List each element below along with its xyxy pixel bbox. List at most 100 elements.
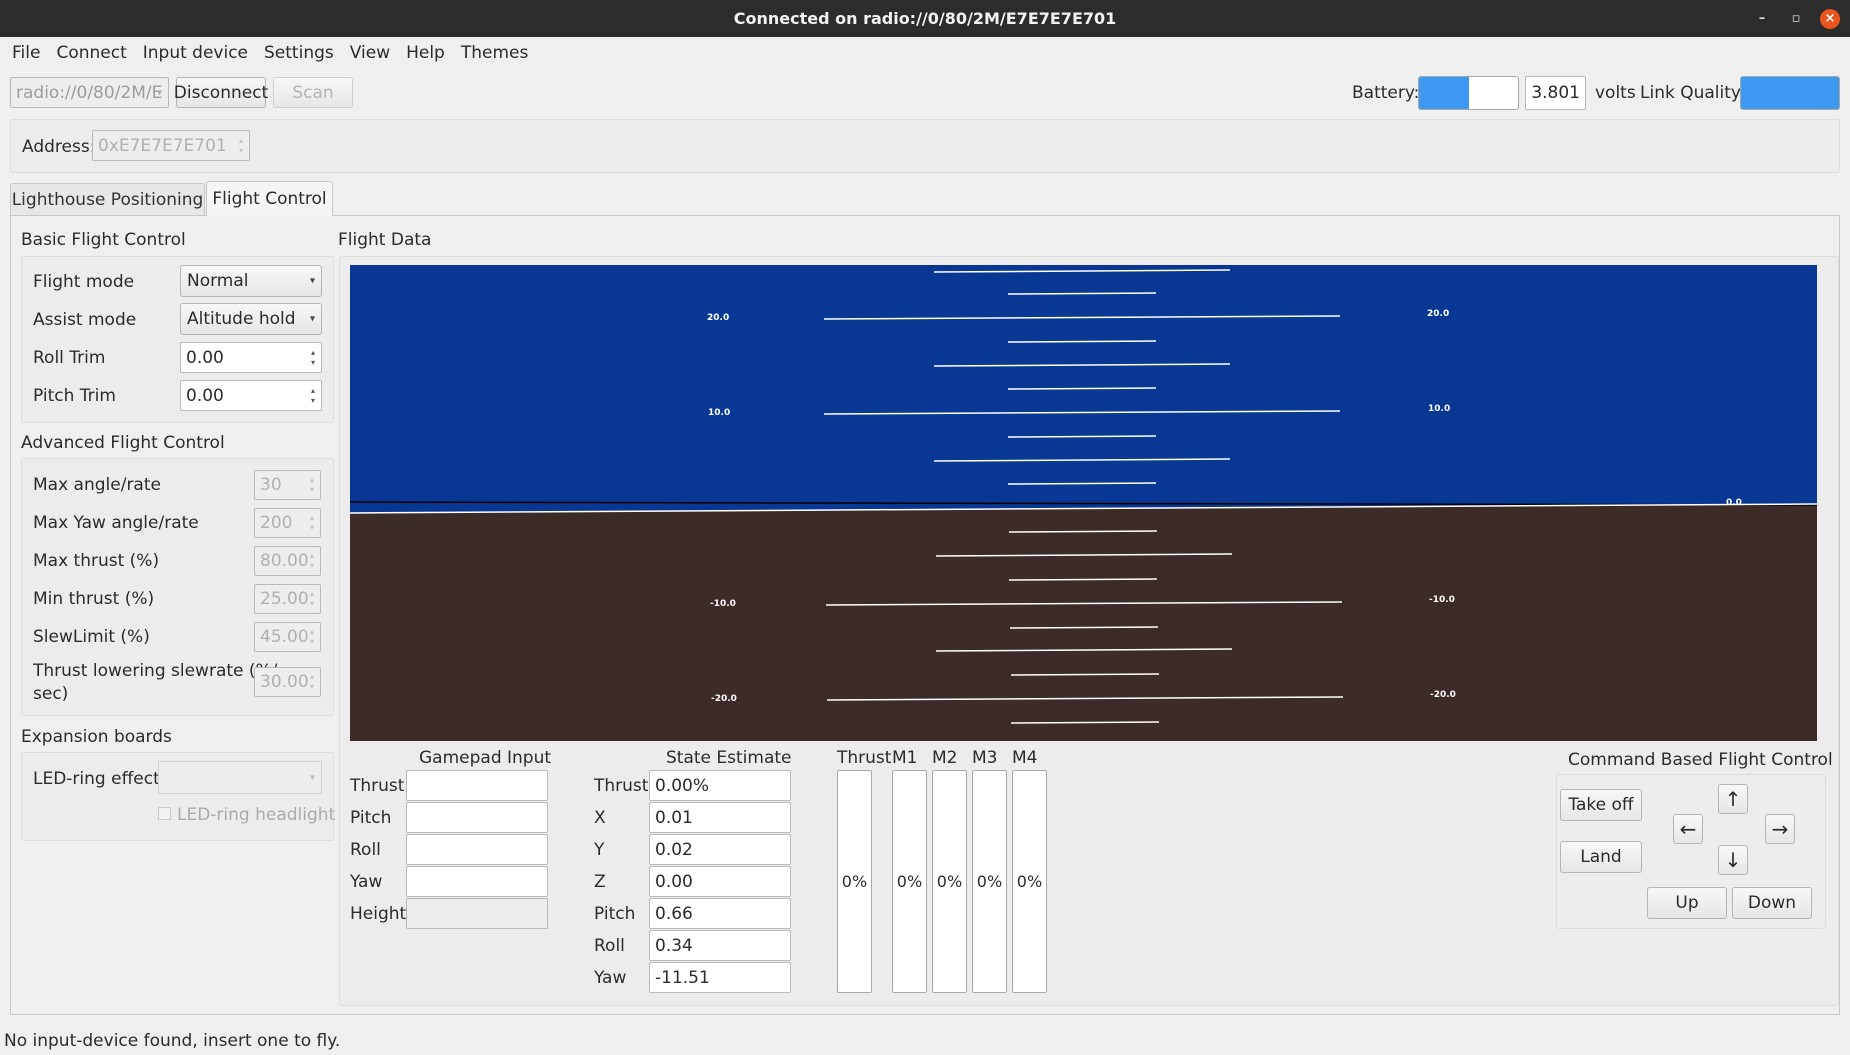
led-ring-effect-select[interactable]: ▾: [158, 761, 322, 794]
link-quality-fill: [1741, 77, 1839, 109]
address-label: Address:: [22, 137, 96, 157]
max-yaw-input[interactable]: 200 ▴ ▾: [254, 508, 321, 538]
battery-bar: [1418, 76, 1519, 110]
menu-file[interactable]: File: [4, 43, 48, 63]
max-thrust-label: Max thrust (%): [33, 551, 160, 571]
pitch-line: [1007, 387, 1157, 390]
thrust-lowering-label-line-2: sec): [33, 684, 69, 704]
thrust-lowering-label-line-1: Thrust lowering slewrate (%/: [33, 661, 278, 681]
menu-view[interactable]: View: [342, 43, 398, 63]
arrow-up-icon: ↑: [1724, 787, 1742, 811]
flight-mode-label: Flight mode: [33, 272, 135, 292]
pitch-trim-value: 0.00: [186, 385, 224, 406]
slew-limit-spinner[interactable]: ▴ ▾: [306, 624, 318, 650]
pitch-line: [1009, 626, 1159, 629]
address-spinner[interactable]: ▴ ▾: [235, 132, 247, 159]
min-thrust-input[interactable]: 25.00 ▴ ▾: [254, 584, 321, 614]
led-ring-effect-label: LED-ring effect: [33, 769, 160, 789]
menu-settings[interactable]: Settings: [256, 43, 342, 63]
slew-limit-label: SlewLimit (%): [33, 627, 150, 647]
gamepad-pitch-label: Pitch: [350, 808, 392, 828]
state-yaw-field: -11.51: [649, 962, 791, 993]
state-y-label: Y: [594, 840, 605, 860]
state-yaw-label: Yaw: [594, 968, 627, 988]
gamepad-height-label: Height: [350, 904, 407, 924]
max-angle-input[interactable]: 30 ▴ ▾: [254, 470, 321, 500]
max-thrust-input[interactable]: 80.00 ▴ ▾: [254, 546, 321, 576]
led-ring-headlight-checkbox[interactable]: [158, 807, 171, 820]
link-quality-bar: [1740, 76, 1840, 110]
min-thrust-label: Min thrust (%): [33, 589, 155, 609]
slew-limit-input[interactable]: 45.00 ▴ ▾: [254, 622, 321, 652]
scan-button[interactable]: Scan: [273, 77, 353, 108]
arrow-right-icon: →: [1771, 817, 1789, 841]
link-quality-label: Link Quality:: [1640, 83, 1746, 103]
maximize-icon[interactable]: ▫: [1786, 9, 1806, 29]
thrust-lowering-spinner[interactable]: ▴ ▾: [306, 669, 318, 695]
close-icon[interactable]: ×: [1820, 9, 1840, 29]
basic-flight-control-title: Basic Flight Control: [21, 230, 186, 250]
thrust-lowering-label: Thrust lowering slewrate (%/ sec): [33, 660, 277, 706]
pitch-label-left: -20.0: [711, 694, 737, 704]
menu-help[interactable]: Help: [398, 43, 453, 63]
flight-mode-value: Normal: [187, 271, 249, 291]
thrust-lowering-input[interactable]: 30.00 ▴ ▾: [254, 667, 321, 697]
artificial-horizon: 20.0 10.0 -10.0 -20.0 20.0 10.0 -10.0 -2…: [350, 265, 1817, 741]
address-field[interactable]: 0xE7E7E7E701 ▴ ▾: [92, 130, 250, 161]
state-pitch-field: 0.66: [649, 898, 791, 929]
pitch-trim-input[interactable]: 0.00 ▴ ▾: [180, 380, 322, 411]
arrow-left-button[interactable]: ←: [1673, 814, 1703, 844]
title-bar: Connected on radio://0/80/2M/E7E7E7E701 …: [0, 0, 1850, 37]
address-group: [10, 119, 1840, 173]
arrow-right-button[interactable]: →: [1765, 814, 1795, 844]
disconnect-button[interactable]: Disconnect: [174, 77, 268, 108]
tab-flight-control[interactable]: Flight Control: [206, 181, 333, 216]
max-thrust-spinner[interactable]: ▴ ▾: [306, 548, 318, 574]
status-text: No input-device found, insert one to fly…: [4, 1031, 341, 1051]
flight-mode-select[interactable]: Normal ▾: [180, 265, 322, 297]
roll-label: 0.0: [1726, 498, 1742, 508]
gamepad-roll-label: Roll: [350, 840, 381, 860]
max-yaw-spinner[interactable]: ▴ ▾: [306, 510, 318, 536]
gamepad-roll-field: [406, 834, 548, 865]
state-z-field: 0.00: [649, 866, 791, 897]
pitch-label-right: 10.0: [1428, 404, 1450, 414]
roll-trim-spinner[interactable]: ▴ ▾: [307, 344, 319, 371]
command-flight-control-title: Command Based Flight Control: [1568, 750, 1833, 770]
take-off-button[interactable]: Take off: [1560, 789, 1642, 821]
gamepad-input-title: Gamepad Input: [419, 748, 552, 768]
roll-trim-input[interactable]: 0.00 ▴ ▾: [180, 342, 322, 373]
gamepad-height-field: [406, 898, 548, 929]
state-y-value: 0.02: [655, 839, 693, 860]
assist-mode-select[interactable]: Altitude hold ▾: [180, 303, 322, 335]
pitch-line: [1007, 292, 1157, 295]
minimize-icon[interactable]: –: [1752, 9, 1772, 29]
horizon-ground: [350, 504, 1817, 741]
min-thrust-spinner[interactable]: ▴ ▾: [306, 586, 318, 612]
down-button[interactable]: Down: [1732, 887, 1812, 919]
pitch-trim-spinner[interactable]: ▴ ▾: [307, 382, 319, 409]
max-angle-label: Max angle/rate: [33, 475, 161, 495]
land-button[interactable]: Land: [1560, 841, 1642, 873]
state-x-value: 0.01: [655, 807, 693, 828]
m2-bar-label: M2: [932, 748, 958, 768]
arrow-down-button[interactable]: ↓: [1718, 845, 1748, 875]
uri-select[interactable]: radio://0/80/2M/E ▾: [10, 77, 169, 108]
arrow-up-button[interactable]: ↑: [1718, 784, 1748, 814]
m3-bar-value: 0%: [976, 872, 1003, 891]
max-angle-spinner[interactable]: ▴ ▾: [306, 472, 318, 498]
thrust-bar: 0%: [837, 770, 872, 993]
up-button[interactable]: Up: [1647, 887, 1727, 919]
m1-bar-value: 0%: [896, 872, 923, 891]
menu-themes[interactable]: Themes: [453, 43, 537, 63]
uri-value: radio://0/80/2M/E: [16, 82, 163, 103]
menu-connect[interactable]: Connect: [48, 43, 134, 63]
max-thrust-value: 80.00: [260, 551, 309, 571]
state-thrust-field: 0.00%: [649, 770, 791, 801]
thrust-bar-value: 0%: [841, 872, 868, 891]
m1-bar-label: M1: [892, 748, 918, 768]
chevron-down-icon: ▾: [309, 275, 315, 287]
tab-lighthouse-positioning[interactable]: Lighthouse Positioning: [10, 183, 205, 215]
menu-input-device[interactable]: Input device: [135, 43, 256, 63]
pitch-line: [1007, 340, 1157, 343]
